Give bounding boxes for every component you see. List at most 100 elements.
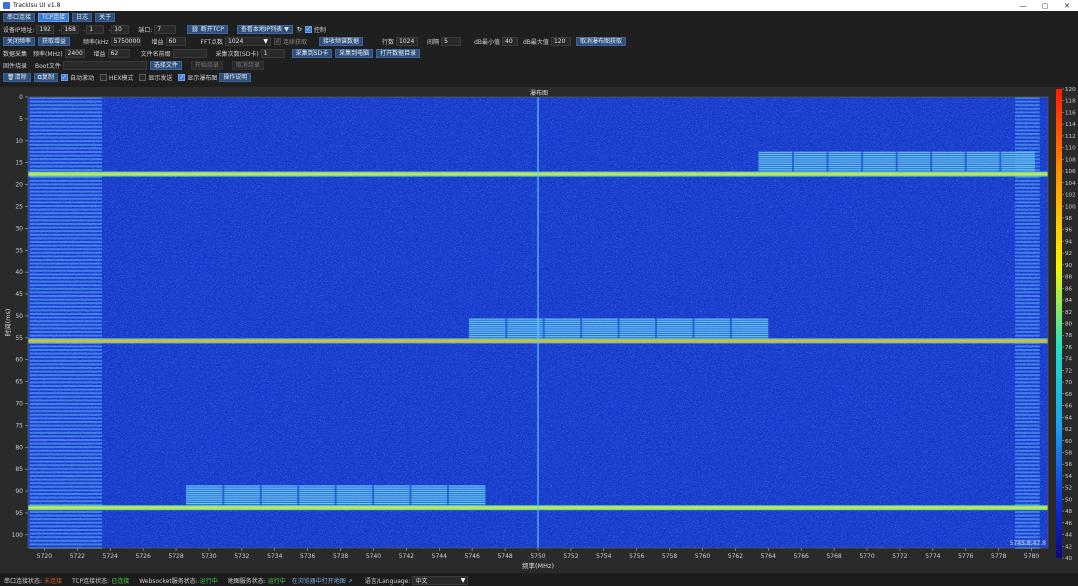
left-edge-band-stripe <box>29 421 103 423</box>
port-input[interactable]: 7 <box>154 25 177 34</box>
right-edge-band-stripe <box>1015 269 1040 272</box>
cancel-waterfall-button[interactable]: 取消瀑布图获取 <box>575 37 626 46</box>
show-waterfall-checkbox[interactable]: ✓ <box>178 74 186 81</box>
left-edge-band-stripe <box>29 500 103 503</box>
choose-file-button[interactable]: 选择文件 <box>149 61 182 70</box>
fft-select[interactable]: 1024 ▼ <box>225 37 271 46</box>
db-max-input[interactable]: 120 <box>550 37 571 46</box>
local-ip-list-button[interactable]: 查看本地IP列表 ▼ <box>236 25 293 34</box>
control-checkbox[interactable]: ✓ <box>304 26 312 33</box>
sd-count-input[interactable]: 1 <box>260 49 285 58</box>
hex-label: HEX模式 <box>108 75 134 82</box>
ip-octet-3[interactable]: 1 <box>86 25 105 34</box>
db-min-input[interactable]: 40 <box>502 37 518 46</box>
left-edge-band-stripe <box>29 485 103 488</box>
continuous-checkbox[interactable]: ✓ <box>274 38 281 45</box>
right-edge-band-stripe <box>1015 129 1040 132</box>
disconnect-tcp-button[interactable]: ⛓ 断开TCP <box>187 25 228 34</box>
show-send-checkbox[interactable] <box>139 74 147 81</box>
ip-octet-1[interactable]: 192 <box>36 25 55 34</box>
capture-sd-button[interactable]: 采集到SD卡 <box>291 49 333 58</box>
left-edge-band-stripe <box>29 136 103 139</box>
left-edge-band-stripe <box>29 183 103 186</box>
file-prefix-label: 文件名前缀 <box>140 51 171 58</box>
left-edge-band-stripe <box>29 277 103 279</box>
maximize-icon[interactable]: ▢ <box>1034 0 1056 11</box>
ip-octet-2[interactable]: 168 <box>61 25 80 34</box>
left-edge-band-stripe <box>29 334 103 337</box>
left-edge-band-stripe <box>29 475 103 477</box>
right-edge-band-stripe <box>1015 392 1040 395</box>
close-frequency-button[interactable]: 关闭频率 <box>3 37 36 46</box>
center-frequency-line <box>537 97 539 548</box>
x-tick-label: 5744 <box>432 553 447 560</box>
waterfall-chart[interactable]: 5720 5722 5724 5726 5728 5730 5732 5734 5736 5738… <box>0 87 1078 573</box>
right-edge-band-stripe <box>1015 100 1040 103</box>
boot-file-label: Boot文件 <box>35 63 61 70</box>
ip-octet-4[interactable]: 10 <box>111 25 130 34</box>
colorbar-tick-label: 52 <box>1065 486 1072 492</box>
y-tick-label: 20 <box>15 182 23 189</box>
app-icon <box>3 2 10 9</box>
right-edge-band-stripe <box>1015 496 1040 499</box>
language-select[interactable]: 中文 ▼ <box>412 576 469 585</box>
port-label: 端口: <box>138 27 153 34</box>
right-edge-band-stripe <box>1015 262 1040 265</box>
open-data-dir-button[interactable]: 打开数据目录 <box>376 49 421 58</box>
colorbar-tick-label: 118 <box>1065 99 1076 105</box>
burst-gap <box>655 318 658 340</box>
refresh-icon[interactable]: ↻ <box>295 26 303 33</box>
left-edge-band-stripe <box>29 511 103 513</box>
rows-input[interactable]: 1024 <box>396 37 419 46</box>
cancel-burn-button[interactable]: 取消烧录 <box>231 61 264 70</box>
close-icon[interactable]: ✕ <box>1056 0 1078 11</box>
right-edge-band-stripe <box>1015 442 1040 445</box>
left-edge-band-stripe <box>29 280 103 283</box>
capture-pc-button[interactable]: 采集到电脑 <box>335 49 374 58</box>
acq-gain-input[interactable]: 62 <box>107 49 130 58</box>
copy-button[interactable]: ⧉ 复制 <box>33 73 58 82</box>
colorbar-tick-label: 44 <box>1065 533 1073 539</box>
get-gain-button[interactable]: 获取增益 <box>38 37 71 46</box>
colorbar-tick-label: 78 <box>1065 333 1073 339</box>
gain-input[interactable]: 60 <box>165 37 186 46</box>
open-map-link[interactable]: 在浏览器中打开地图 ↗ <box>292 576 353 585</box>
colorbar-tick-label: 62 <box>1065 427 1072 433</box>
left-edge-band-stripe <box>29 478 103 481</box>
burst-gap <box>222 485 225 506</box>
help-button[interactable]: 操作说明 <box>219 73 252 82</box>
tab-log[interactable]: 日志 <box>72 13 93 22</box>
left-edge-band-stripe <box>29 255 103 258</box>
colorbar-tick-label: 120 <box>1065 87 1076 93</box>
left-edge-band-stripe <box>29 316 103 319</box>
freq-mhz-input[interactable]: 2400 <box>64 49 85 58</box>
file-prefix-input[interactable] <box>172 49 207 58</box>
freq-khz-input[interactable]: 5750000 <box>110 37 141 46</box>
left-edge-band-stripe <box>29 295 103 297</box>
start-burn-button[interactable]: 开始烧录 <box>190 61 223 70</box>
right-edge-band-stripe <box>1015 197 1040 200</box>
left-edge-band-stripe <box>29 223 103 225</box>
tab-tcp[interactable]: TCP连接 <box>38 13 70 22</box>
receive-spectrum-button[interactable]: 接收频谱数据 <box>319 37 364 46</box>
hex-checkbox[interactable] <box>99 74 107 81</box>
boot-file-input[interactable] <box>62 61 147 70</box>
left-edge-band-stripe <box>29 489 103 492</box>
left-edge-band-stripe <box>29 532 103 535</box>
clear-button[interactable]: 🗑 清除 <box>3 73 31 82</box>
minimize-icon[interactable]: — <box>1012 0 1034 11</box>
right-edge-band-stripe <box>1015 331 1040 333</box>
left-edge-band-stripe <box>29 219 103 222</box>
chevron-down-icon: ▼ <box>263 38 268 45</box>
tab-serial[interactable]: 串口连接 <box>3 13 36 22</box>
right-edge-band-stripe <box>1015 107 1040 110</box>
right-edge-band-stripe <box>1015 457 1040 459</box>
autoscroll-checkbox[interactable]: ✓ <box>60 74 68 81</box>
left-edge-band-stripe <box>29 287 103 290</box>
clear-label: 清除 <box>14 74 27 81</box>
interval-input[interactable]: 5 <box>441 37 462 46</box>
tab-about[interactable]: 关于 <box>95 13 116 22</box>
colorbar-tick-label: 74 <box>1065 357 1073 363</box>
left-edge-band-stripe <box>29 323 103 326</box>
firmware-row: 固件烧录 Boot文件 选择文件 开始烧录 取消烧录 <box>3 61 1078 70</box>
